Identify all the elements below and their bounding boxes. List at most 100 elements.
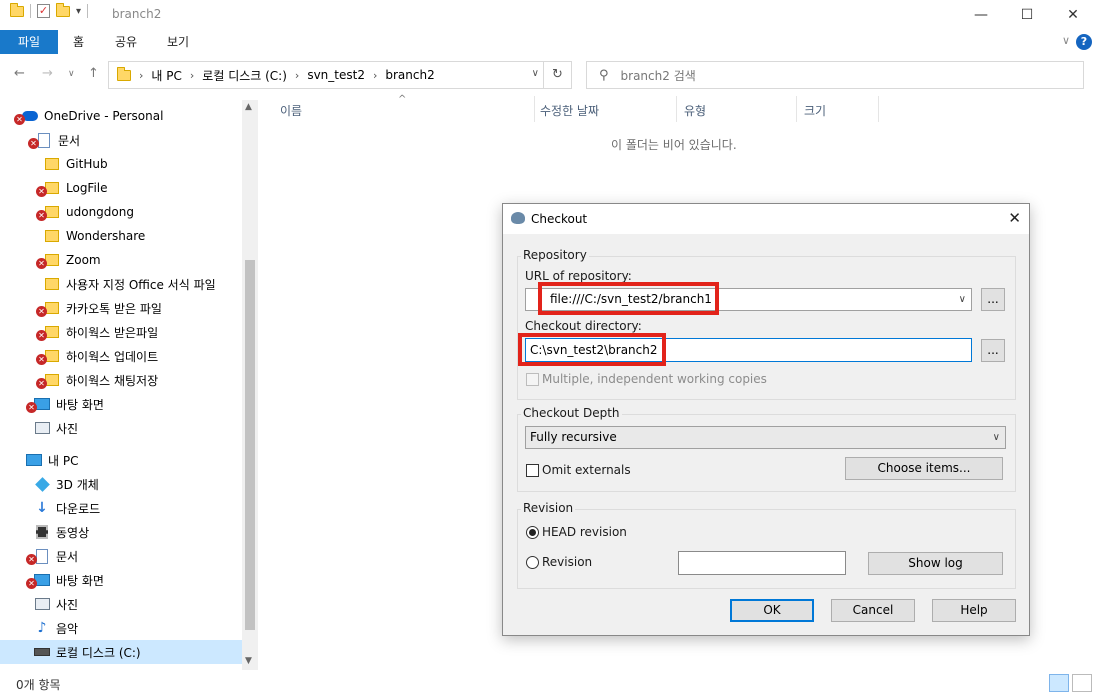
column-divider[interactable]: [534, 96, 535, 122]
nav-item-logfile[interactable]: ✕ LogFile: [0, 176, 242, 200]
column-divider[interactable]: [796, 96, 797, 122]
sync-error-icon: ✕: [26, 578, 37, 589]
maximize-button[interactable]: ☐: [1004, 0, 1050, 30]
forward-arrow-icon[interactable]: →: [42, 66, 53, 81]
back-arrow-icon[interactable]: ←: [14, 66, 25, 81]
nav-item-hiworks-update[interactable]: ✕ 하이웍스 업데이트: [0, 344, 242, 368]
help-button[interactable]: Help: [932, 599, 1016, 622]
scroll-thumb[interactable]: [245, 260, 255, 630]
nav-item-desktop-pc[interactable]: ✕ 바탕 화면: [0, 568, 242, 592]
cancel-button[interactable]: Cancel: [831, 599, 915, 622]
column-type[interactable]: 유형: [684, 102, 706, 119]
nav-item-hiworks-received[interactable]: ✕ 하이웍스 받은파일: [0, 320, 242, 344]
nav-item-pictures[interactable]: 사진: [0, 416, 242, 440]
breadcrumb-item[interactable]: 로컬 디스크 (C:): [202, 67, 287, 84]
chevron-right-icon[interactable]: ›: [190, 69, 194, 82]
scroll-up-icon[interactable]: ▲: [245, 102, 252, 112]
nav-item-office-templates[interactable]: 사용자 지정 Office 서식 파일: [0, 272, 242, 296]
pictures-icon: [34, 420, 50, 436]
column-modified[interactable]: 수정한 날짜: [540, 102, 599, 119]
customize-toolbar-icon[interactable]: ▾: [76, 6, 81, 17]
depth-select[interactable]: Fully recursive ∨: [525, 426, 1006, 449]
nav-item-label: Zoom: [66, 253, 101, 267]
details-view-icon[interactable]: [1049, 674, 1069, 692]
nav-item-downloads[interactable]: ↓ 다운로드: [0, 496, 242, 520]
nav-item-documents[interactable]: ✕ 문서: [0, 128, 242, 152]
tab-file[interactable]: 파일: [0, 30, 58, 54]
nav-item-documents-pc[interactable]: ✕ 문서: [0, 544, 242, 568]
navigation-row: ← → ∨ ↑ › 내 PC › 로컬 디스크 (C:) › svn_test2…: [0, 56, 1096, 94]
column-name[interactable]: 이름: [280, 102, 302, 119]
folder-icon: ✕: [36, 372, 60, 389]
desktop-icon: ✕: [26, 396, 50, 413]
nav-item-github[interactable]: GitHub: [0, 152, 242, 176]
new-folder-icon[interactable]: [56, 2, 70, 17]
chevron-down-icon[interactable]: ∨: [959, 289, 966, 310]
search-input[interactable]: ⚲ branch2 검색: [586, 61, 1084, 89]
nav-item-desktop[interactable]: ✕ 바탕 화면: [0, 392, 242, 416]
nav-item-onedrive[interactable]: ✕ OneDrive - Personal: [0, 104, 242, 128]
chevron-down-icon[interactable]: ∨: [532, 68, 539, 79]
choose-items-button[interactable]: Choose items...: [845, 457, 1003, 480]
multiple-copies-label: Multiple, independent working copies: [542, 372, 767, 386]
nav-scrollbar[interactable]: ▲ ▼: [242, 100, 258, 670]
show-log-button[interactable]: Show log: [868, 552, 1003, 575]
nav-item-label: 문서: [58, 133, 81, 148]
tab-home[interactable]: 홈: [73, 30, 84, 54]
window-controls: — ☐ ✕: [958, 0, 1096, 30]
scroll-down-icon[interactable]: ▼: [245, 656, 252, 666]
column-divider[interactable]: [878, 96, 879, 122]
nav-item-zoom[interactable]: ✕ Zoom: [0, 248, 242, 272]
large-icons-view-icon[interactable]: [1072, 674, 1092, 692]
nav-item-local-disk[interactable]: 로컬 디스크 (C:): [0, 640, 242, 664]
nav-item-this-pc[interactable]: 내 PC: [0, 448, 242, 472]
close-button[interactable]: ✕: [1050, 0, 1096, 30]
chevron-right-icon[interactable]: ›: [295, 69, 299, 82]
folder-icon: ✕: [36, 204, 60, 221]
multiple-copies-checkbox[interactable]: [526, 373, 539, 386]
dialog-title: Checkout: [531, 212, 588, 226]
desktop-icon: ✕: [26, 572, 50, 589]
breadcrumb-item[interactable]: 내 PC: [151, 67, 181, 84]
browse-directory-button[interactable]: ...: [981, 339, 1005, 362]
sync-error-icon: ✕: [36, 210, 47, 221]
ribbon-expand-icon[interactable]: ∨: [1062, 34, 1070, 47]
up-arrow-icon[interactable]: ↑: [88, 66, 99, 81]
browse-url-button[interactable]: ...: [981, 288, 1005, 311]
nav-item-music[interactable]: ♪ 음악: [0, 616, 242, 640]
column-size[interactable]: 크기: [804, 102, 826, 119]
folder-icon: ✕: [36, 300, 60, 317]
nav-item-wondershare[interactable]: Wondershare: [0, 224, 242, 248]
highlight-url-box: [538, 282, 719, 315]
breadcrumb-item[interactable]: svn_test2: [307, 68, 365, 82]
tab-share[interactable]: 공유: [115, 30, 137, 54]
chevron-right-icon[interactable]: ›: [373, 69, 377, 82]
url-label: URL of repository:: [525, 269, 632, 283]
nav-item-videos[interactable]: 동영상: [0, 520, 242, 544]
close-icon[interactable]: ✕: [1008, 209, 1021, 227]
head-revision-radio[interactable]: [526, 526, 539, 539]
sync-error-icon: ✕: [28, 138, 39, 149]
nav-item-pictures-pc[interactable]: 사진: [0, 592, 242, 616]
properties-icon[interactable]: ✓: [37, 4, 50, 18]
nav-item-3d-objects[interactable]: 3D 개체: [0, 472, 242, 496]
refresh-icon[interactable]: ↻: [543, 62, 571, 88]
nav-item-kakaotalk[interactable]: ✕ 카카오톡 받은 파일: [0, 296, 242, 320]
address-bar[interactable]: › 내 PC › 로컬 디스크 (C:) › svn_test2 › branc…: [108, 61, 572, 89]
tab-view[interactable]: 보기: [167, 30, 189, 54]
chevron-right-icon[interactable]: ›: [139, 69, 143, 82]
ok-button[interactable]: OK: [730, 599, 814, 622]
breadcrumb-item[interactable]: branch2: [385, 68, 434, 82]
nav-item-label: 사진: [56, 597, 79, 612]
chevron-down-icon[interactable]: ∨: [993, 427, 1000, 448]
revision-radio[interactable]: [526, 556, 539, 569]
recent-locations-icon[interactable]: ∨: [68, 69, 75, 79]
help-icon[interactable]: ?: [1076, 34, 1092, 50]
column-divider[interactable]: [676, 96, 677, 122]
revision-input[interactable]: [678, 551, 846, 575]
omit-externals-checkbox[interactable]: [526, 464, 539, 477]
nav-item-label: OneDrive - Personal: [44, 109, 164, 123]
minimize-button[interactable]: —: [958, 0, 1004, 30]
nav-item-udongdong[interactable]: ✕ udongdong: [0, 200, 242, 224]
nav-item-hiworks-chat[interactable]: ✕ 하이웍스 채팅저장: [0, 368, 242, 392]
